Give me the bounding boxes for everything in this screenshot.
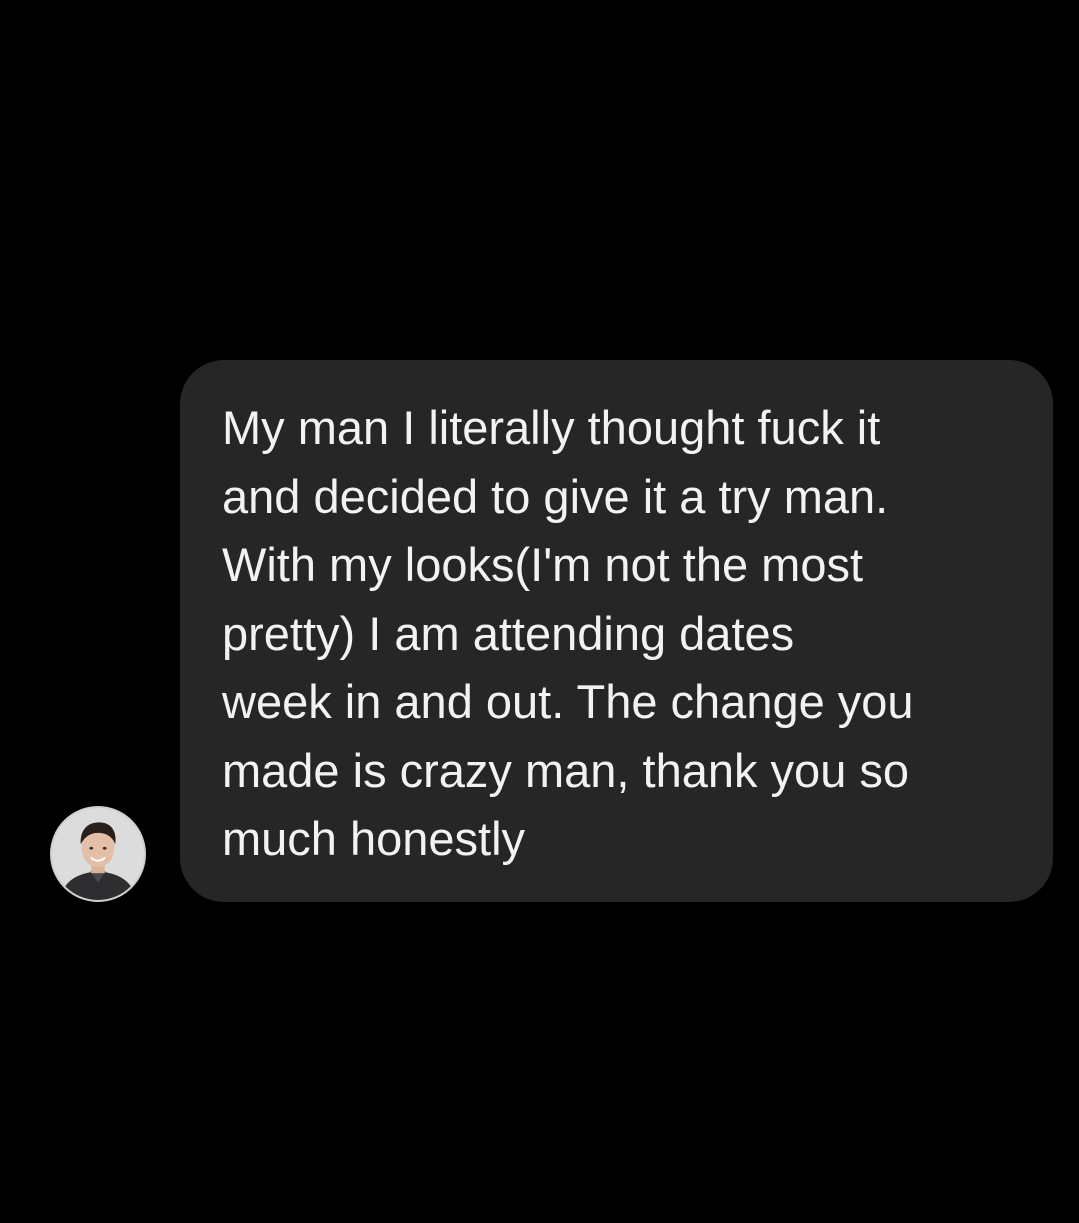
message-row: My man I literally thought fuck it and d…: [0, 0, 1079, 1223]
sender-avatar[interactable]: [50, 806, 146, 902]
message-bubble[interactable]: My man I literally thought fuck it and d…: [180, 360, 1053, 902]
message-text: My man I literally thought fuck it and d…: [222, 401, 914, 865]
profile-photo-avatar-icon: [52, 808, 144, 900]
